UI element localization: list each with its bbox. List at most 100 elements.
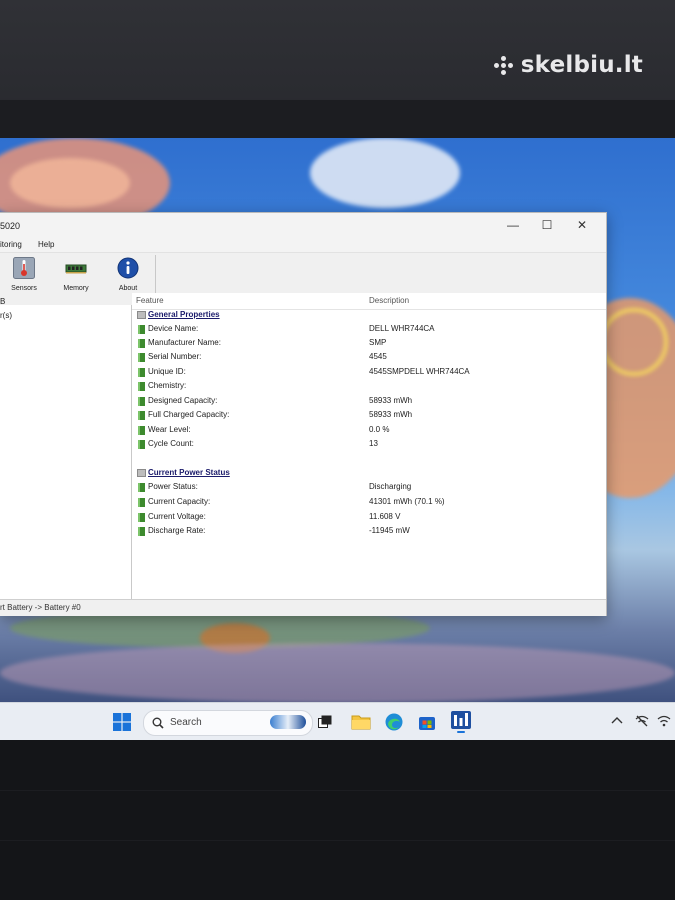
group-header-label: General Properties (148, 310, 220, 319)
search-label: Search (170, 717, 202, 728)
sensors-button[interactable]: Sensors (3, 257, 45, 292)
hwinfo-battery-window: 5020 — ☐ ✕ itoring Help Sensors Memory A… (0, 212, 607, 616)
column-header: Feature Description (132, 293, 606, 310)
battery-feature-icon (138, 397, 145, 406)
battery-feature-icon (138, 513, 145, 522)
menu-bar: itoring Help (0, 237, 606, 252)
feature-label: Designed Capacity: (148, 396, 218, 405)
group-header-row[interactable]: Current Power Status (132, 467, 606, 481)
minimize-button[interactable]: — (496, 215, 530, 235)
feature-label: Cycle Count: (148, 439, 194, 448)
tree-item[interactable]: r(s) (0, 311, 12, 320)
feature-label: Device Name: (148, 324, 199, 333)
menu-monitoring[interactable]: itoring (0, 240, 22, 249)
table-row[interactable]: Wear Level: 0.0 % (132, 424, 606, 438)
battery-feature-icon (138, 325, 145, 334)
watermark-logo-icon (493, 55, 513, 75)
file-explorer-icon[interactable] (351, 713, 371, 730)
feature-value: DELL WHR744CA (369, 324, 435, 333)
feature-label: Chemistry: (148, 381, 187, 390)
table-row[interactable]: Device Name: DELL WHR744CA (132, 323, 606, 337)
table-row[interactable]: Full Charged Capacity: 58933 mWh (132, 409, 606, 423)
memory-button[interactable]: Memory (55, 257, 97, 292)
window-title: 5020 (0, 221, 21, 231)
feature-label: Current Capacity: (148, 497, 211, 506)
watermark-text: skelbiu.lt (520, 52, 643, 78)
battery-feature-icon (138, 498, 145, 507)
group-header-row[interactable]: General Properties (132, 309, 606, 323)
table-row[interactable]: Serial Number: 4545 (132, 351, 606, 365)
feature-label: Power Status: (148, 482, 198, 491)
device-tree-pane[interactable]: B r(s) (0, 297, 132, 599)
memory-module-icon (65, 264, 87, 274)
table-row[interactable]: Manufacturer Name: SMP (132, 337, 606, 351)
table-row[interactable]: Cycle Count: 13 (132, 438, 606, 452)
group-icon (137, 311, 146, 319)
table-row[interactable]: Current Capacity: 41301 mWh (70.1 %) (132, 496, 606, 510)
status-text: rt Battery -> Battery #0 (0, 603, 81, 612)
chevron-up-icon[interactable] (611, 715, 623, 725)
menu-help[interactable]: Help (38, 240, 54, 249)
search-highlight-icon (270, 715, 306, 729)
feature-label: Discharge Rate: (148, 526, 206, 535)
feature-value: 58933 mWh (369, 396, 413, 405)
table-row[interactable]: Power Status: Discharging (132, 481, 606, 495)
battery-feature-icon (138, 440, 145, 449)
table-row[interactable]: Unique ID: 4545SMPDELL WHR744CA (132, 366, 606, 380)
battery-feature-icon (138, 368, 145, 377)
info-icon (117, 257, 139, 279)
table-row[interactable]: Current Voltage: 11.608 V (132, 511, 606, 525)
about-button[interactable]: About (107, 257, 149, 292)
battery-feature-icon (138, 426, 145, 435)
feature-column-header[interactable]: Feature (136, 296, 164, 305)
task-view-icon[interactable] (318, 715, 332, 729)
feature-value: SMP (369, 338, 387, 347)
feature-value: Discharging (369, 482, 412, 491)
feature-value: 13 (369, 439, 378, 448)
feature-label: Wear Level: (148, 425, 191, 434)
feature-value: 58933 mWh (369, 410, 413, 419)
title-bar: 5020 — ☐ ✕ (0, 213, 606, 237)
table-row[interactable]: Discharge Rate: -11945 mW (132, 525, 606, 539)
group-header-label: Current Power Status (148, 468, 230, 477)
battery-feature-icon (138, 339, 145, 348)
battery-feature-icon (138, 382, 145, 391)
table-row[interactable]: Designed Capacity: 58933 mWh (132, 395, 606, 409)
windows-start-icon[interactable] (113, 713, 131, 731)
monitor-bezel (0, 100, 675, 138)
feature-value: 4545 (369, 352, 387, 361)
group-icon (137, 469, 146, 477)
thermometer-icon (13, 257, 35, 279)
about-label: About (118, 285, 138, 292)
status-bar: rt Battery -> Battery #0 (0, 599, 606, 616)
table-row[interactable]: Chemistry: (132, 380, 606, 394)
hwinfo-app-icon[interactable] (451, 711, 471, 733)
sensors-label: Sensors (11, 285, 37, 292)
feature-label: Current Voltage: (148, 512, 206, 521)
laptop-keyboard (0, 740, 675, 900)
network-off-icon[interactable] (635, 715, 649, 727)
feature-value: 4545SMPDELL WHR744CA (369, 367, 470, 376)
feature-value: 11.608 V (369, 512, 401, 521)
watermark: skelbiu.lt (493, 52, 643, 78)
search-icon (152, 717, 164, 729)
tree-item[interactable]: B (0, 297, 5, 306)
feature-label: Serial Number: (148, 352, 202, 361)
feature-label: Unique ID: (148, 367, 186, 376)
battery-feature-icon (138, 411, 145, 420)
description-column-header[interactable]: Description (369, 296, 409, 305)
store-icon[interactable] (418, 713, 436, 731)
feature-value: 41301 mWh (70.1 %) (369, 497, 445, 506)
maximize-button[interactable]: ☐ (530, 215, 564, 235)
taskbar-search-box[interactable]: Search (143, 710, 313, 736)
details-pane: Feature Description General Properties D… (132, 293, 606, 599)
feature-value: 0.0 % (369, 425, 390, 434)
wifi-icon[interactable] (657, 715, 671, 727)
memory-label: Memory (63, 285, 89, 292)
feature-label: Manufacturer Name: (148, 338, 221, 347)
close-button[interactable]: ✕ (565, 215, 599, 235)
taskbar: Search (0, 702, 675, 741)
edge-browser-icon[interactable] (385, 713, 403, 731)
feature-value: -11945 mW (369, 526, 410, 535)
battery-feature-icon (138, 483, 145, 492)
